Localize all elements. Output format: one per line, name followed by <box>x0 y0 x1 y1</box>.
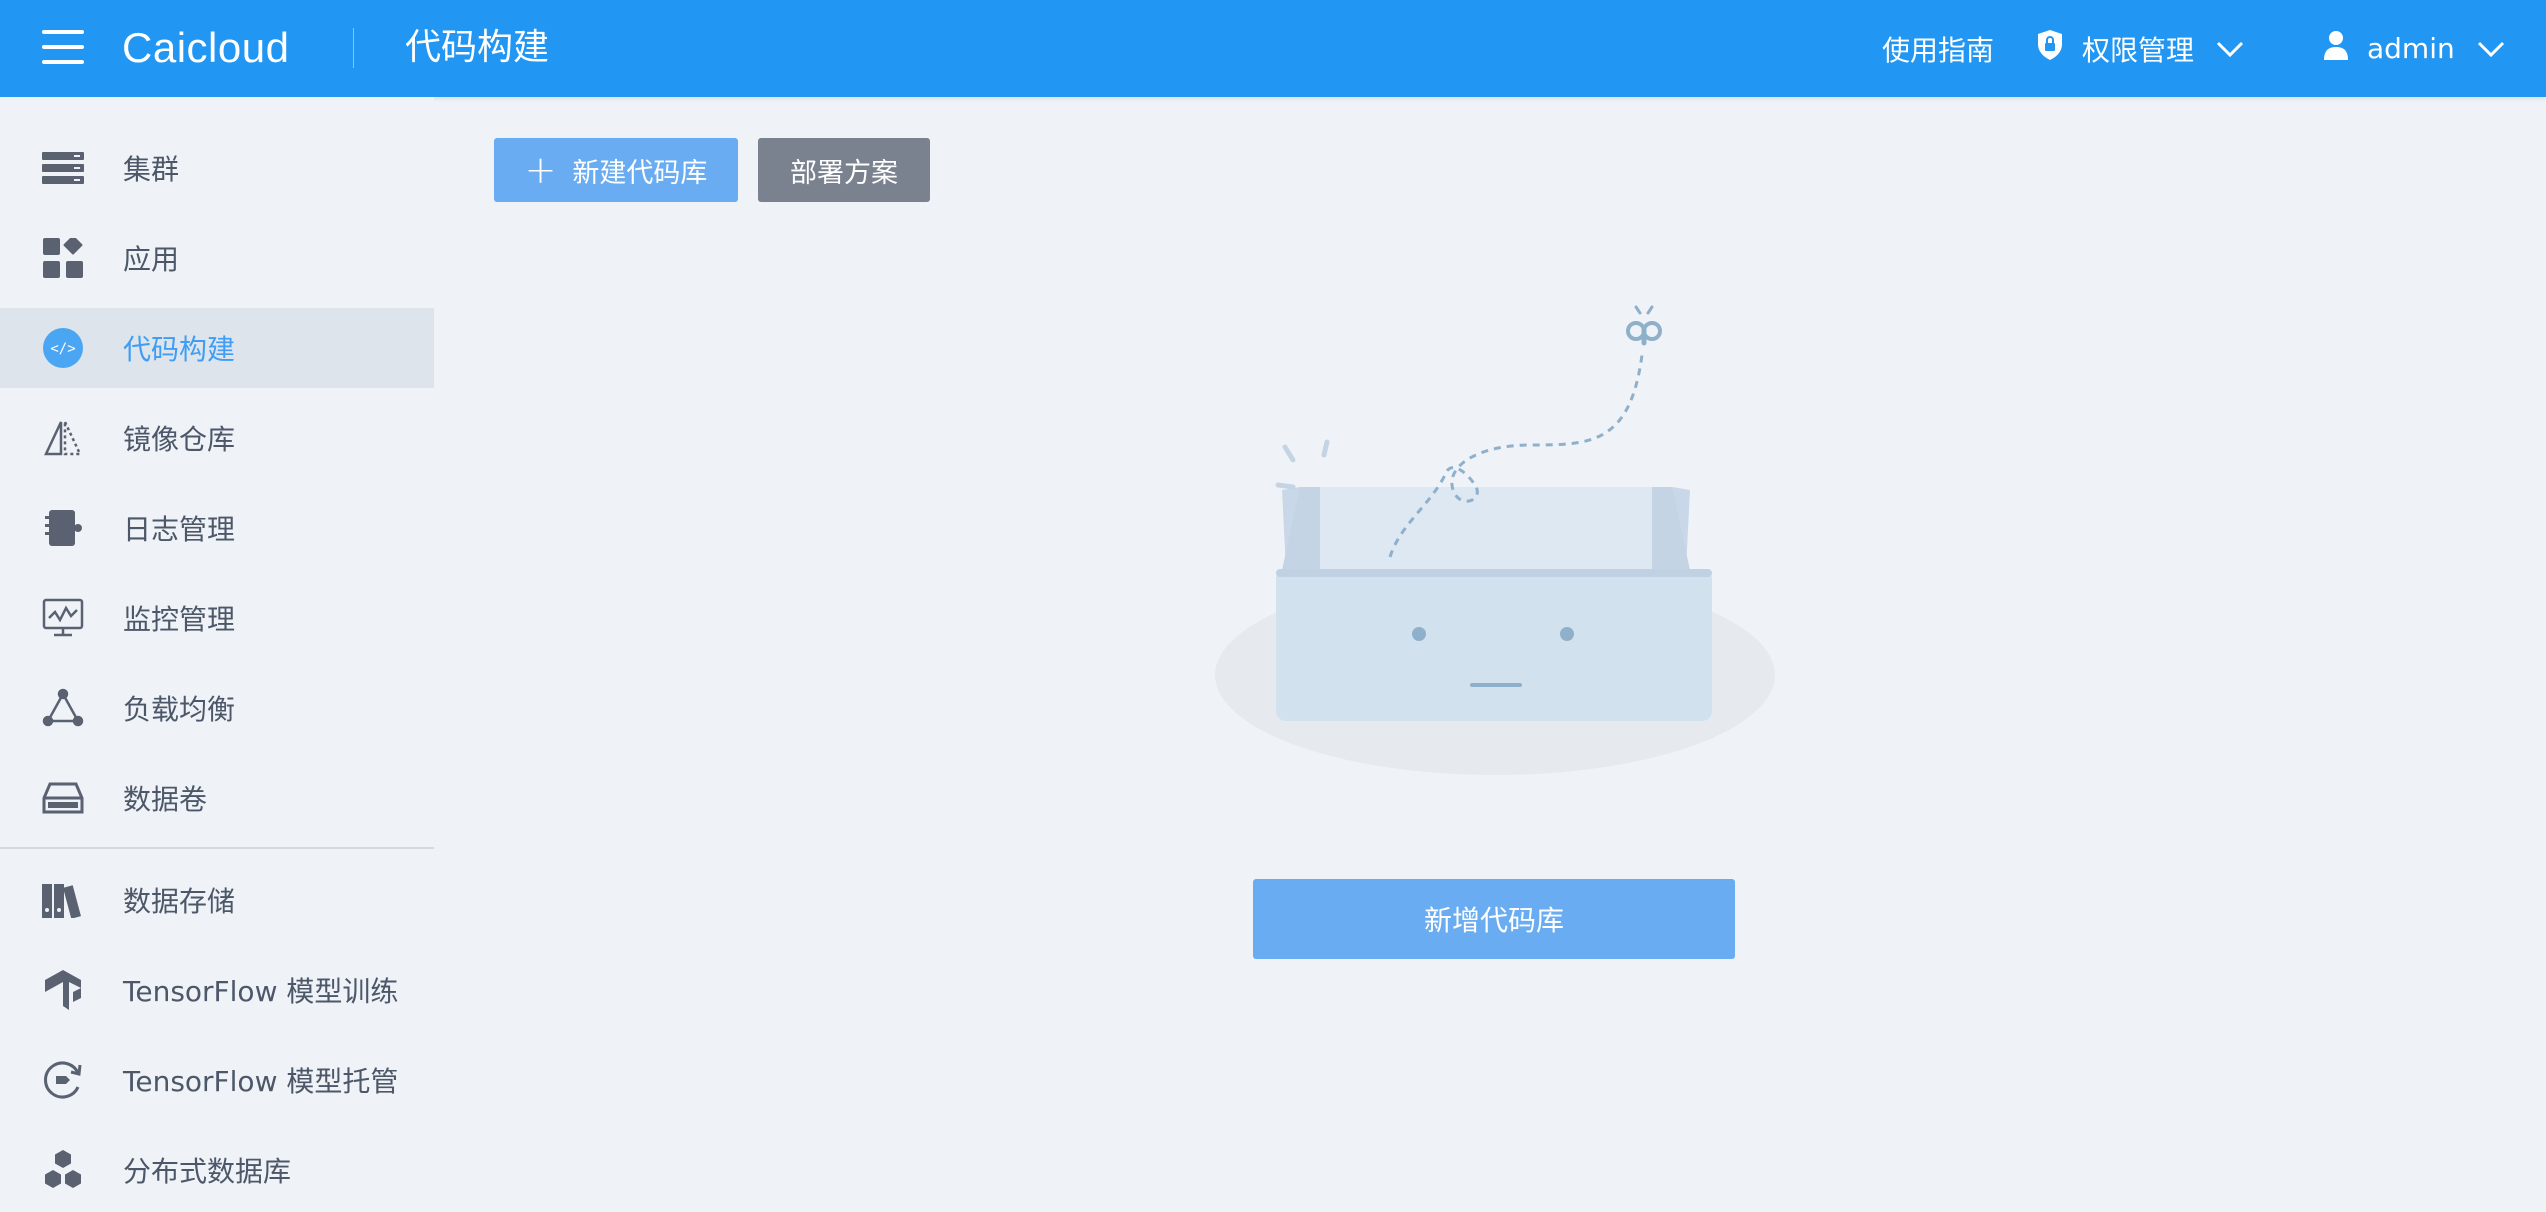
sidebar-item-storage[interactable]: 数据存储 <box>0 860 434 940</box>
permission-label: 权限管理 <box>2082 33 2195 67</box>
sidebar-item-code-build[interactable]: </> 代码构建 <box>0 308 434 388</box>
guide-link[interactable]: 使用指南 <box>1882 0 1994 97</box>
svg-text:</>: </> <box>50 341 75 357</box>
new-repo-button[interactable]: + 新建代码库 <box>494 138 738 202</box>
shield-lock-icon <box>2036 29 2064 68</box>
guide-label: 使用指南 <box>1882 33 1995 67</box>
header-divider <box>353 28 354 68</box>
log-icon <box>42 507 84 549</box>
sidebar-item-distributed-db[interactable]: 分布式数据库 <box>0 1130 434 1210</box>
add-repo-button[interactable]: 新增代码库 <box>1253 879 1735 959</box>
user-icon <box>2323 29 2349 68</box>
empty-box-illustration <box>1200 295 1800 795</box>
deploy-plan-label: 部署方案 <box>790 157 898 189</box>
sidebar-item-monitor[interactable]: 监控管理 <box>0 578 434 658</box>
logo[interactable]: Caicloud <box>122 20 289 76</box>
sidebar-item-label: 日志管理 <box>123 513 236 546</box>
image-repo-icon <box>42 417 84 459</box>
load-balance-icon <box>42 687 84 729</box>
sidebar-item-logs[interactable]: 日志管理 <box>0 488 434 568</box>
sidebar-divider <box>0 847 434 849</box>
database-icon <box>42 1149 84 1191</box>
sidebar-item-tensorflow-training[interactable]: TensorFlow 模型训练 <box>0 950 434 1030</box>
sidebar-item-apps[interactable]: 应用 <box>0 218 434 298</box>
sidebar-item-label: 应用 <box>123 243 180 276</box>
sidebar-item-label: 负载均衡 <box>123 693 236 726</box>
user-name: admin <box>2367 32 2455 65</box>
plus-icon: + <box>524 148 557 192</box>
sidebar: 集群 应用 </> 代码构建 镜像仓库 日志管理 监控管理 负载均衡 数据卷 数… <box>0 97 434 1212</box>
menu-icon[interactable] <box>42 30 84 66</box>
sidebar-item-label: 数据存储 <box>123 885 236 918</box>
sidebar-item-label: 分布式数据库 <box>123 1155 292 1188</box>
monitor-icon <box>42 597 84 639</box>
sidebar-item-volume[interactable]: 数据卷 <box>0 758 434 838</box>
deploy-plan-button[interactable]: 部署方案 <box>758 138 930 202</box>
top-bar: Caicloud 代码构建 使用指南 权限管理 admin <box>0 0 2546 97</box>
sidebar-item-tensorflow-hosting[interactable]: TensorFlow 模型托管 <box>0 1040 434 1120</box>
apps-icon <box>42 237 84 279</box>
code-icon: </> <box>42 327 84 369</box>
sidebar-item-image-repo[interactable]: 镜像仓库 <box>0 398 434 478</box>
sidebar-item-label: 镜像仓库 <box>123 423 236 456</box>
sidebar-item-cluster[interactable]: 集群 <box>0 128 434 208</box>
chevron-down-icon <box>2216 32 2244 65</box>
user-menu[interactable]: admin <box>2323 0 2505 97</box>
sidebar-item-label: TensorFlow 模型托管 <box>123 1065 399 1098</box>
add-repo-label: 新增代码库 <box>1423 904 1564 937</box>
new-repo-label: 新建代码库 <box>572 157 708 189</box>
sidebar-item-label: TensorFlow 模型训练 <box>123 975 399 1008</box>
storage-icon <box>42 879 84 921</box>
server-icon <box>42 147 84 189</box>
sidebar-item-label: 集群 <box>123 153 180 186</box>
page-title: 代码构建 <box>405 27 550 68</box>
permission-menu[interactable]: 权限管理 <box>2036 0 2244 97</box>
sidebar-item-label: 监控管理 <box>123 603 236 636</box>
tensorflow-icon <box>42 969 84 1011</box>
sidebar-item-label: 代码构建 <box>123 333 236 366</box>
volume-icon <box>42 777 84 819</box>
chevron-down-icon <box>2477 32 2505 65</box>
sidebar-item-load-balance[interactable]: 负载均衡 <box>0 668 434 748</box>
model-hosting-icon <box>42 1059 84 1101</box>
sidebar-item-label: 数据卷 <box>123 783 208 816</box>
